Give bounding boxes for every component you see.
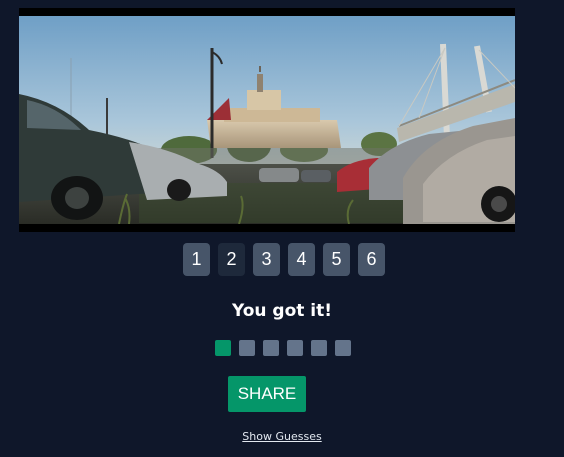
guess-button-3[interactable]: 3 — [253, 243, 280, 276]
show-guesses-link[interactable]: Show Guesses — [0, 430, 564, 443]
guess-button-5[interactable]: 5 — [323, 243, 350, 276]
guess-button-4[interactable]: 4 — [288, 243, 315, 276]
attempt-indicator-unused — [239, 340, 255, 356]
attempt-indicator-correct — [215, 340, 231, 356]
attempt-indicator-unused — [311, 340, 327, 356]
attempt-indicators — [0, 340, 564, 356]
movie-frame-image — [19, 8, 515, 232]
guess-button-2[interactable]: 2 — [218, 243, 245, 276]
attempt-indicator-unused — [335, 340, 351, 356]
movie-frame — [19, 8, 515, 232]
guess-button-1[interactable]: 1 — [183, 243, 210, 276]
guess-button-6[interactable]: 6 — [358, 243, 385, 276]
result-title: You got it! — [231, 301, 333, 321]
guess-selector: 1 2 3 4 5 6 — [0, 243, 564, 276]
share-button[interactable]: SHARE — [228, 376, 306, 412]
attempt-indicator-unused — [263, 340, 279, 356]
attempt-indicator-unused — [287, 340, 303, 356]
